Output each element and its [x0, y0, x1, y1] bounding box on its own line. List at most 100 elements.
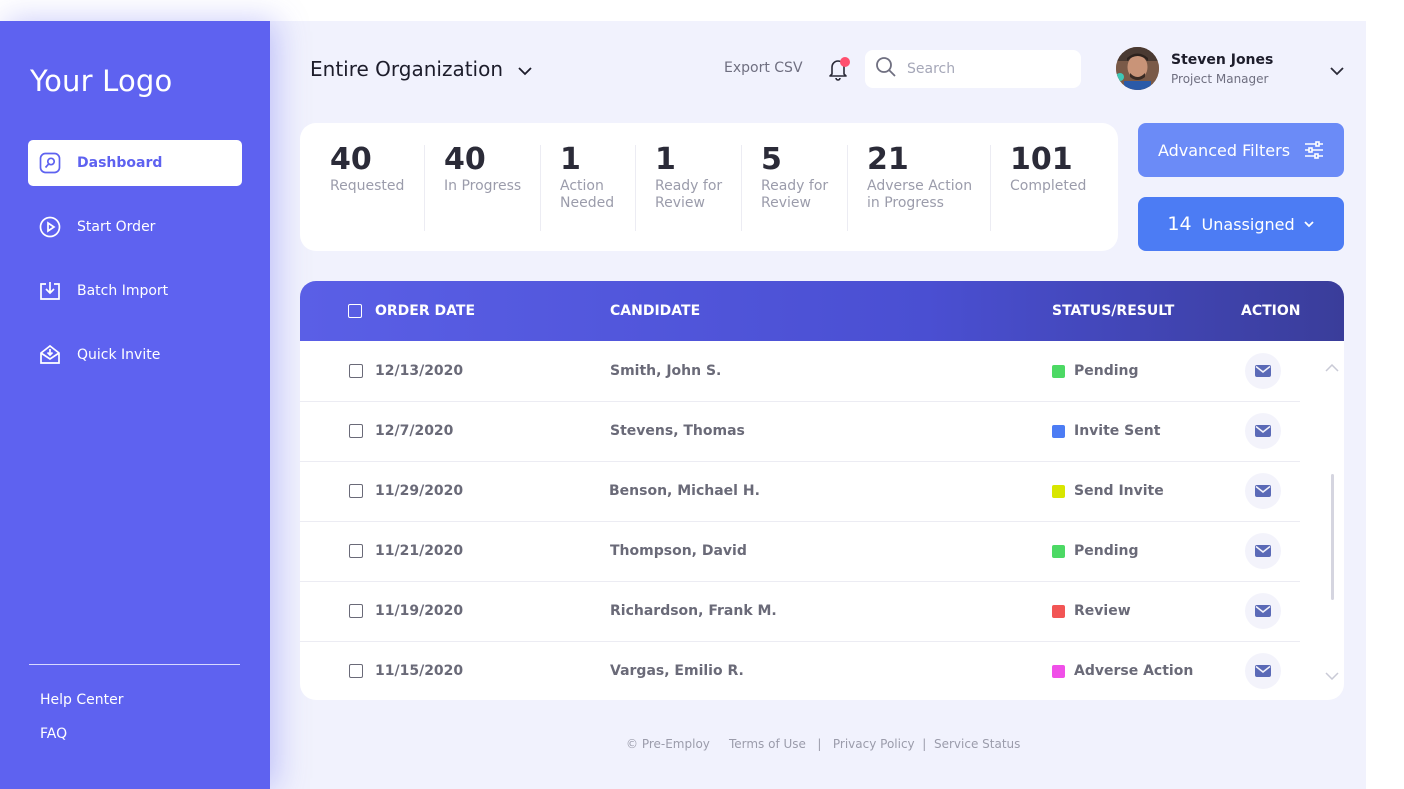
stat-value: 40 [330, 142, 372, 177]
sidebar-item-dashboard[interactable]: Dashboard [28, 140, 242, 186]
chevron-down-icon [517, 57, 533, 81]
service-status-link[interactable]: Service Status [934, 737, 1020, 751]
table-row[interactable]: 11/15/2020 Vargas, Emilio R. Adverse Act… [300, 641, 1300, 700]
terms-link[interactable]: Terms of Use [729, 737, 806, 751]
order-date: 11/15/2020 [375, 663, 464, 679]
sidebar-divider [29, 664, 240, 665]
status-indicator [1052, 365, 1065, 378]
candidate-name: Thompson, David [610, 543, 747, 559]
stat-value: 1 [655, 142, 676, 177]
table-row[interactable]: 11/29/2020 Benson, Michael H. Send Invit… [300, 461, 1300, 522]
user-name: Steven Jones [1171, 52, 1274, 68]
export-csv-button[interactable]: Export CSV [724, 60, 803, 76]
stat-ready-for-review[interactable]: 1 Ready for Review [655, 141, 722, 213]
status-text: Adverse Action [1074, 663, 1194, 679]
status-text: Review [1074, 603, 1131, 619]
row-checkbox[interactable] [349, 364, 363, 378]
row-checkbox[interactable] [349, 664, 363, 678]
mail-icon[interactable] [1245, 473, 1281, 509]
scroll-down-chevron-icon[interactable] [1325, 665, 1339, 684]
candidate-name: Vargas, Emilio R. [610, 663, 744, 679]
stat-action-needed[interactable]: 1 Action Needed [560, 141, 614, 213]
stat-adverse-action[interactable]: 21 Adverse Action in Progress [867, 141, 972, 213]
sidebar-item-label: Batch Import [77, 283, 169, 299]
sidebar-item-start-order[interactable]: Start Order [28, 204, 242, 250]
sidebar-item-quick-invite[interactable]: Quick Invite [28, 332, 242, 378]
stat-divider [424, 145, 425, 231]
status-text: Send Invite [1074, 483, 1164, 499]
stat-in-progress[interactable]: 40 In Progress [444, 141, 521, 196]
stat-requested[interactable]: 40 Requested [330, 141, 404, 196]
candidate-name: Smith, John S. [610, 363, 722, 379]
stat-divider [635, 145, 636, 231]
privacy-link[interactable]: Privacy Policy [833, 737, 915, 751]
sidebar-item-batch-import[interactable]: Batch Import [28, 268, 242, 314]
scrollbar-thumb[interactable] [1331, 474, 1334, 600]
footer-copyright: © Pre-Employ [626, 737, 710, 751]
stats-card: 40 Requested 40 In Progress 1 Action Nee… [300, 123, 1118, 251]
scroll-up-chevron-icon[interactable] [1325, 357, 1339, 376]
row-checkbox[interactable] [349, 604, 363, 618]
column-order-date[interactable]: ORDER DATE [375, 303, 475, 319]
stat-completed[interactable]: 101 Completed [1010, 141, 1086, 196]
import-icon [39, 280, 61, 302]
stat-divider [741, 145, 742, 231]
order-date: 11/19/2020 [375, 603, 464, 619]
footer: © Pre-Employ Terms of Use | Privacy Poli… [626, 737, 1020, 751]
sidebar: Your Logo Dashboard Start Order Batch Im… [0, 21, 270, 789]
table-header: ORDER DATE CANDIDATE STATUS/RESULT ACTIO… [300, 281, 1344, 341]
mail-icon[interactable] [1245, 653, 1281, 689]
stat-label: Needed [560, 195, 615, 211]
mail-icon[interactable] [1245, 413, 1281, 449]
mail-icon[interactable] [1245, 353, 1281, 389]
stat-divider [847, 145, 848, 231]
column-candidate[interactable]: CANDIDATE [610, 303, 700, 319]
row-checkbox[interactable] [349, 544, 363, 558]
stat-ready-for-review-2[interactable]: 5 Ready for Review [761, 141, 828, 213]
unassigned-button[interactable]: 14 Unassigned [1138, 197, 1344, 251]
avatar[interactable] [1116, 47, 1159, 90]
table-row[interactable]: 12/7/2020 Stevens, Thomas Invite Sent [300, 401, 1300, 462]
status-indicator [1052, 425, 1065, 438]
stat-value: 21 [867, 142, 909, 177]
stat-value: 1 [560, 142, 581, 177]
stat-label: Completed [1010, 178, 1087, 194]
status-text: Pending [1074, 363, 1139, 379]
table-row[interactable]: 11/19/2020 Richardson, Frank M. Review [300, 581, 1300, 642]
status-indicator [1052, 605, 1065, 618]
stat-divider [990, 145, 991, 231]
advanced-filters-button[interactable]: Advanced Filters [1138, 123, 1344, 177]
search-input[interactable] [905, 60, 1069, 78]
column-status[interactable]: STATUS/RESULT [1052, 303, 1174, 319]
play-icon [39, 216, 61, 238]
status-indicator [1052, 485, 1065, 498]
stat-label: Review [655, 195, 705, 211]
help-center-link[interactable]: Help Center [40, 692, 124, 708]
sidebar-item-label: Start Order [77, 219, 156, 235]
unassigned-label: Unassigned [1201, 214, 1295, 234]
select-all-checkbox[interactable] [348, 304, 362, 318]
column-action: ACTION [1241, 303, 1301, 319]
table-row[interactable]: 11/21/2020 Thompson, David Pending [300, 521, 1300, 582]
organization-selector[interactable]: Entire Organization [310, 57, 533, 81]
status-text: Invite Sent [1074, 423, 1161, 439]
search-box[interactable] [865, 50, 1081, 88]
row-checkbox[interactable] [349, 484, 363, 498]
order-date: 12/13/2020 [375, 363, 464, 379]
mail-icon[interactable] [1245, 533, 1281, 569]
stat-value: 40 [444, 142, 486, 177]
candidate-name: Stevens, Thomas [610, 423, 745, 439]
stat-divider [540, 145, 541, 231]
faq-link[interactable]: FAQ [40, 726, 67, 742]
table-row[interactable]: 12/13/2020 Smith, John S. Pending [300, 341, 1300, 402]
row-checkbox[interactable] [349, 424, 363, 438]
orders-table: ORDER DATE CANDIDATE STATUS/RESULT ACTIO… [300, 281, 1344, 700]
sidebar-item-label: Dashboard [77, 155, 163, 171]
candidate-name: Richardson, Frank M. [610, 603, 777, 619]
advanced-filters-label: Advanced Filters [1157, 140, 1291, 160]
status-text: Pending [1074, 543, 1139, 559]
order-date: 11/29/2020 [375, 483, 464, 499]
user-menu-chevron-icon[interactable] [1329, 61, 1345, 80]
dashboard-icon [39, 152, 61, 174]
mail-icon[interactable] [1245, 593, 1281, 629]
